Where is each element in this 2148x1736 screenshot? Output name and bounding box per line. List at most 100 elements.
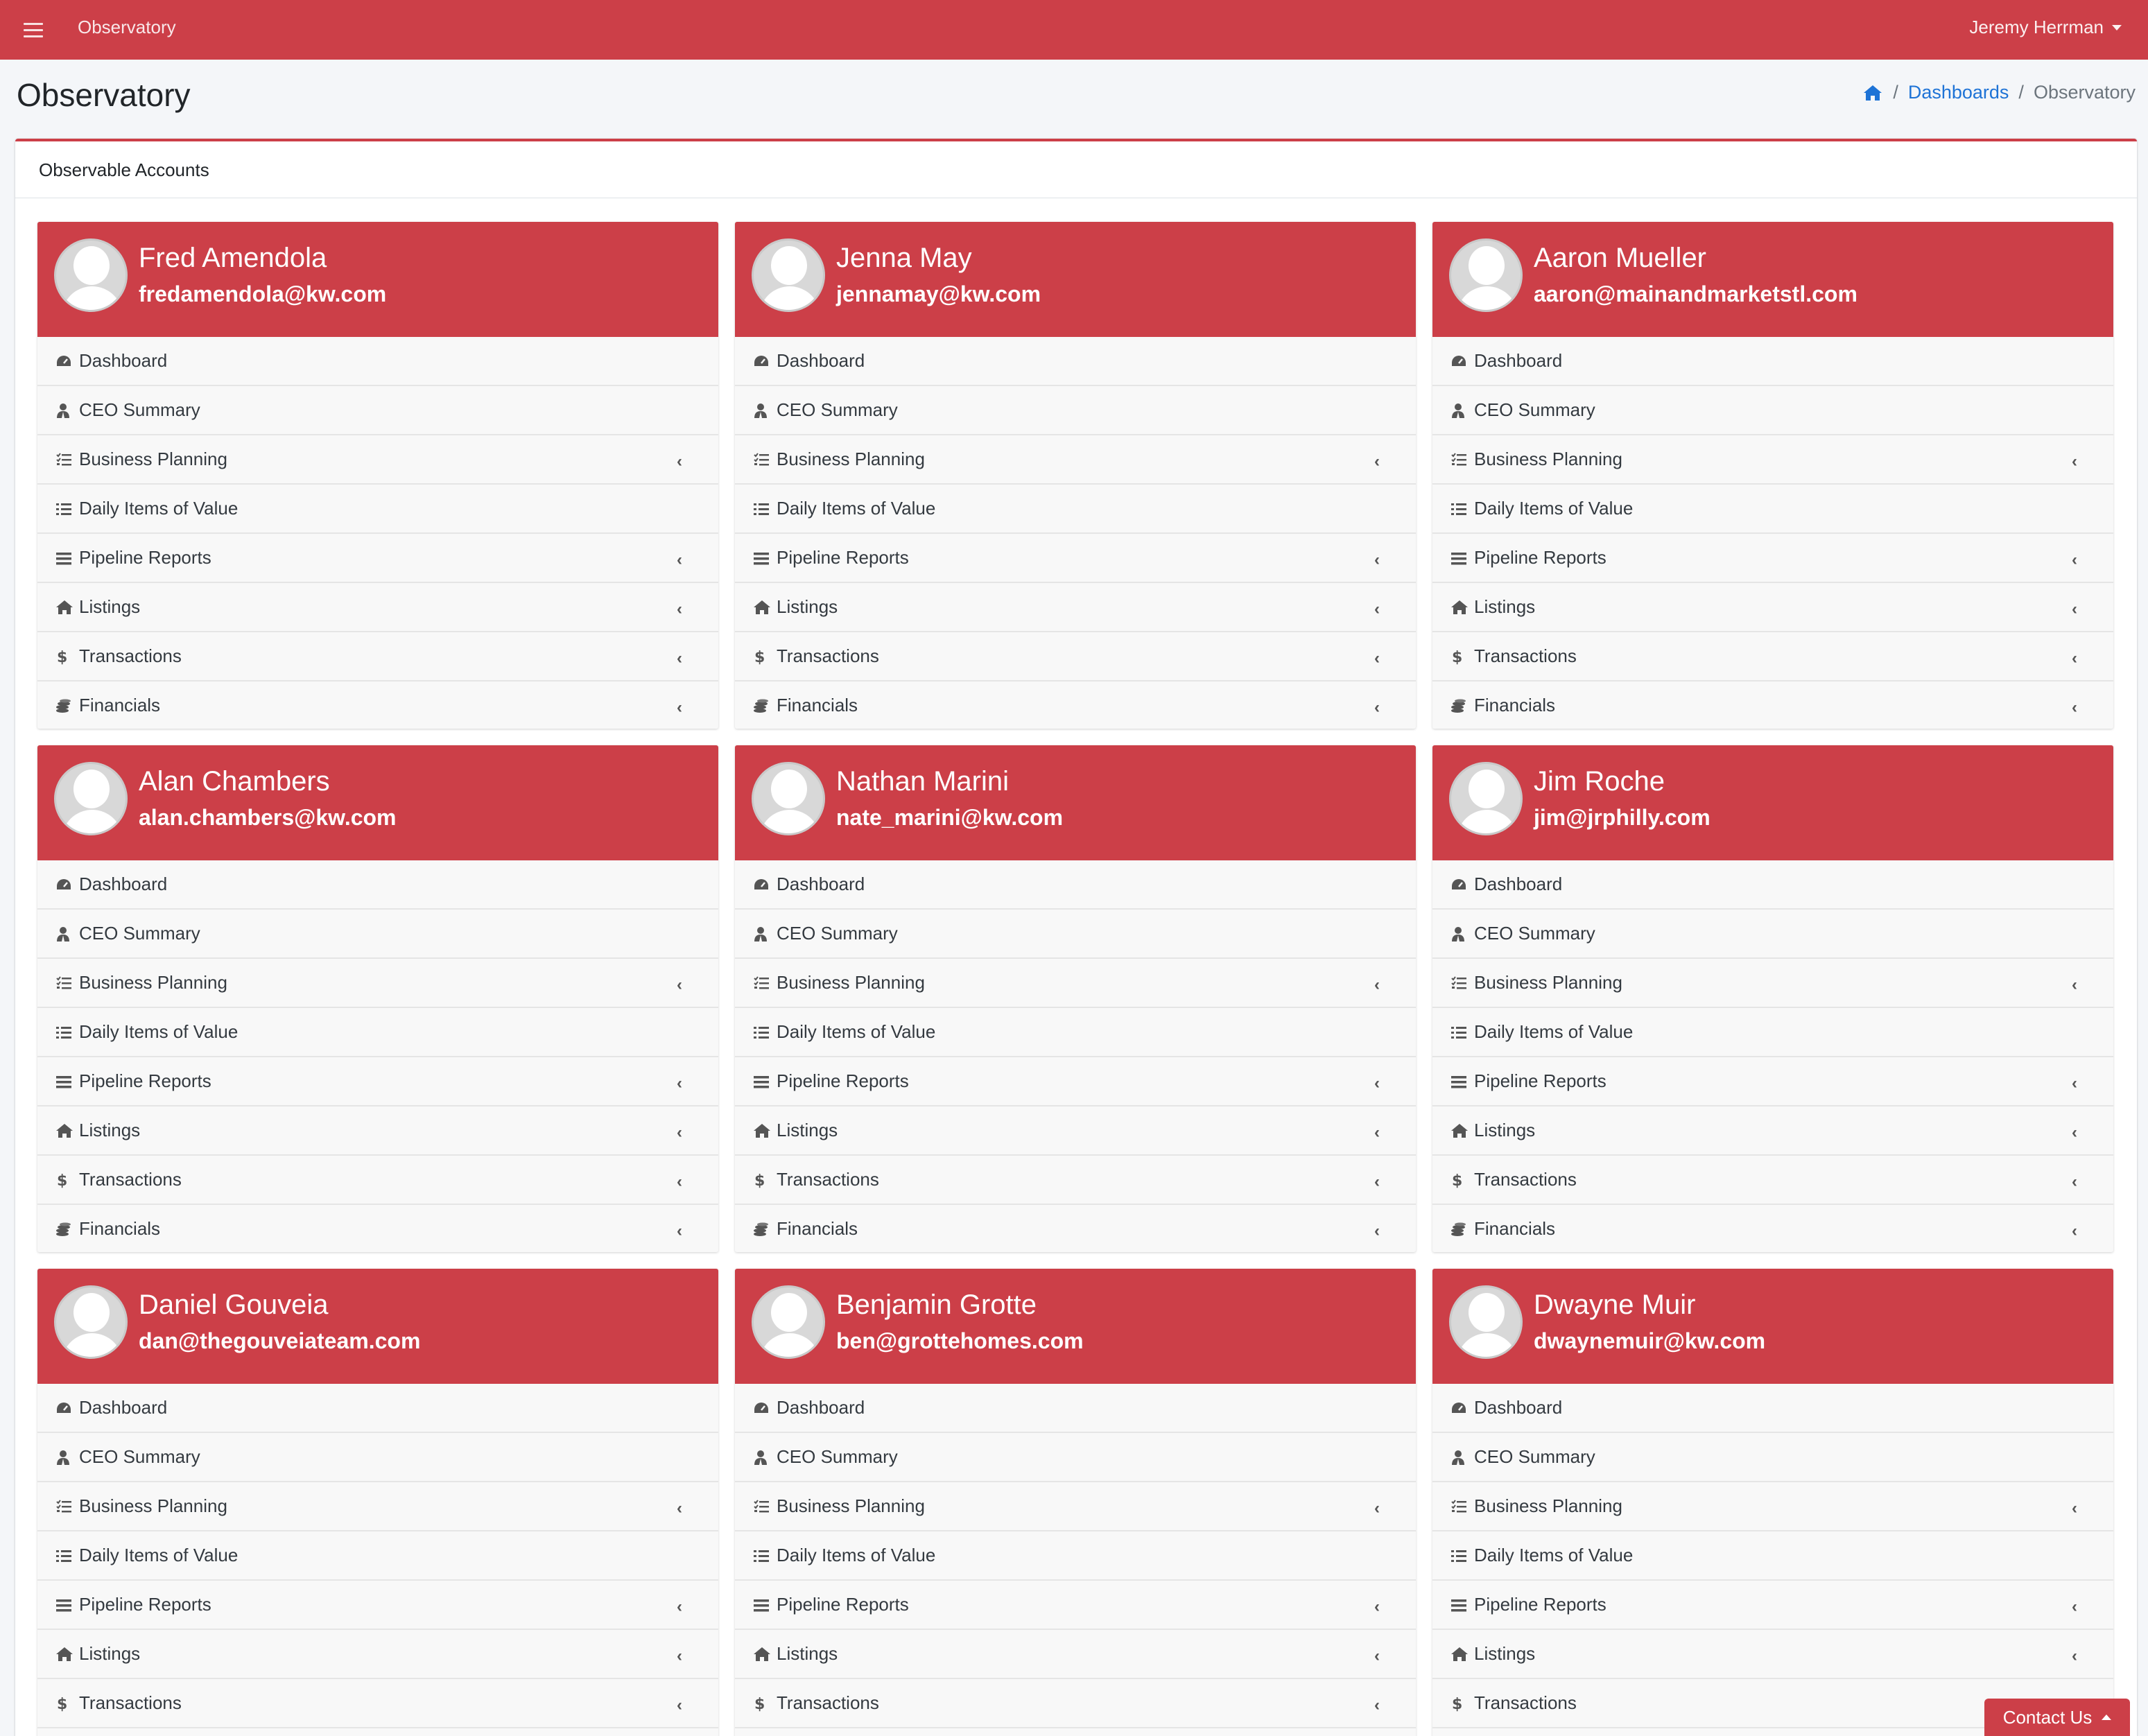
account-header[interactable]: Benjamin Grotte ben@grottehomes.com <box>735 1269 1416 1384</box>
chevron-left-icon[interactable]: ‹ <box>1374 1499 1380 1518</box>
menu-item-ceo-summary[interactable]: CEO Summary <box>37 910 718 959</box>
menu-item-pipeline-reports[interactable]: Pipeline Reports ‹ <box>37 1581 718 1630</box>
account-header[interactable]: Jenna May jennamay@kw.com <box>735 222 1416 337</box>
account-header[interactable]: Aaron Mueller aaron@mainandmarketstl.com <box>1432 222 2113 337</box>
menu-item-dashboard[interactable]: Dashboard <box>37 337 718 386</box>
menu-item-dashboard[interactable]: Dashboard <box>735 860 1416 910</box>
menu-item-daily-items-of-value[interactable]: Daily Items of Value <box>37 1531 718 1581</box>
chevron-left-icon[interactable]: ‹ <box>1374 1222 1380 1241</box>
chevron-left-icon[interactable]: ‹ <box>2072 1597 2077 1617</box>
menu-item-transactions[interactable]: $ Transactions ‹ <box>37 1156 718 1205</box>
chevron-left-icon[interactable]: ‹ <box>1374 649 1380 668</box>
menu-item-dashboard[interactable]: Dashboard <box>735 337 1416 386</box>
account-header[interactable]: Nathan Marini nate_marini@kw.com <box>735 745 1416 860</box>
menu-item-listings[interactable]: Listings ‹ <box>1432 583 2113 632</box>
menu-item-transactions[interactable]: $ Transactions ‹ <box>37 632 718 682</box>
chevron-left-icon[interactable]: ‹ <box>677 1499 682 1518</box>
menu-item-transactions[interactable]: $ Transactions ‹ <box>1432 1156 2113 1205</box>
menu-item-pipeline-reports[interactable]: Pipeline Reports ‹ <box>735 1581 1416 1630</box>
chevron-left-icon[interactable]: ‹ <box>677 1074 682 1093</box>
menu-item-dashboard[interactable]: Dashboard <box>735 1384 1416 1433</box>
menu-item-financials[interactable]: Financials‹ <box>37 1205 718 1252</box>
menu-item-business-planning[interactable]: Business Planning ‹ <box>37 435 718 485</box>
menu-item-daily-items-of-value[interactable]: Daily Items of Value <box>37 485 718 534</box>
menu-item-daily-items-of-value[interactable]: Daily Items of Value <box>735 1008 1416 1057</box>
chevron-left-icon[interactable]: ‹ <box>2072 1172 2077 1192</box>
menu-item-transactions[interactable]: $ Transactions ‹ <box>735 1679 1416 1728</box>
menu-item-daily-items-of-value[interactable]: Daily Items of Value <box>735 1531 1416 1581</box>
chevron-left-icon[interactable]: ‹ <box>2072 452 2077 471</box>
menu-item-daily-items-of-value[interactable]: Daily Items of Value <box>1432 1008 2113 1057</box>
menu-item-ceo-summary[interactable]: CEO Summary <box>37 386 718 435</box>
contact-us-button[interactable]: Contact Us <box>1984 1699 2130 1736</box>
chevron-left-icon[interactable]: ‹ <box>2072 550 2077 570</box>
chevron-left-icon[interactable]: ‹ <box>1374 1696 1380 1715</box>
menu-item-financials[interactable]: Financials‹ <box>1432 1205 2113 1252</box>
menu-item-dashboard[interactable]: Dashboard <box>1432 860 2113 910</box>
menu-item-pipeline-reports[interactable]: Pipeline Reports ‹ <box>37 534 718 583</box>
chevron-left-icon[interactable]: ‹ <box>2072 1222 2077 1241</box>
menu-item-pipeline-reports[interactable]: Pipeline Reports ‹ <box>735 534 1416 583</box>
menu-item-business-planning[interactable]: Business Planning ‹ <box>37 1482 718 1531</box>
menu-item-ceo-summary[interactable]: CEO Summary <box>37 1433 718 1482</box>
chevron-left-icon[interactable]: ‹ <box>1374 1597 1380 1617</box>
menu-item-financials[interactable]: Financials‹ <box>735 1728 1416 1736</box>
home-icon[interactable] <box>1862 84 1883 102</box>
menu-item-pipeline-reports[interactable]: Pipeline Reports ‹ <box>735 1057 1416 1106</box>
menu-item-pipeline-reports[interactable]: Pipeline Reports ‹ <box>1432 534 2113 583</box>
chevron-left-icon[interactable]: ‹ <box>677 1172 682 1192</box>
menu-item-business-planning[interactable]: Business Planning ‹ <box>37 959 718 1008</box>
chevron-left-icon[interactable]: ‹ <box>677 1696 682 1715</box>
menu-item-listings[interactable]: Listings ‹ <box>735 583 1416 632</box>
menu-item-business-planning[interactable]: Business Planning ‹ <box>1432 1482 2113 1531</box>
chevron-left-icon[interactable]: ‹ <box>677 975 682 995</box>
menu-item-ceo-summary[interactable]: CEO Summary <box>1432 910 2113 959</box>
chevron-left-icon[interactable]: ‹ <box>2072 1074 2077 1093</box>
menu-item-listings[interactable]: Listings ‹ <box>37 1106 718 1156</box>
hamburger-menu-icon[interactable] <box>24 19 43 41</box>
chevron-left-icon[interactable]: ‹ <box>1374 975 1380 995</box>
navbar-title[interactable]: Observatory <box>78 17 176 38</box>
menu-item-financials[interactable]: Financials‹ <box>37 1728 718 1736</box>
menu-item-ceo-summary[interactable]: CEO Summary <box>735 386 1416 435</box>
chevron-left-icon[interactable]: ‹ <box>1374 550 1380 570</box>
chevron-left-icon[interactable]: ‹ <box>2072 698 2077 718</box>
chevron-left-icon[interactable]: ‹ <box>1374 1074 1380 1093</box>
menu-item-listings[interactable]: Listings ‹ <box>37 583 718 632</box>
menu-item-dashboard[interactable]: Dashboard <box>1432 337 2113 386</box>
menu-item-financials[interactable]: Financials‹ <box>735 1205 1416 1252</box>
menu-item-business-planning[interactable]: Business Planning ‹ <box>1432 959 2113 1008</box>
chevron-left-icon[interactable]: ‹ <box>1374 1172 1380 1192</box>
chevron-left-icon[interactable]: ‹ <box>2072 975 2077 995</box>
menu-item-transactions[interactable]: $ Transactions ‹ <box>735 1156 1416 1205</box>
menu-item-business-planning[interactable]: Business Planning ‹ <box>735 435 1416 485</box>
menu-item-daily-items-of-value[interactable]: Daily Items of Value <box>1432 1531 2113 1581</box>
menu-item-financials[interactable]: Financials‹ <box>37 682 718 729</box>
menu-item-listings[interactable]: Listings ‹ <box>735 1106 1416 1156</box>
menu-item-transactions[interactable]: $ Transactions ‹ <box>735 632 1416 682</box>
chevron-left-icon[interactable]: ‹ <box>677 649 682 668</box>
menu-item-ceo-summary[interactable]: CEO Summary <box>735 1433 1416 1482</box>
chevron-left-icon[interactable]: ‹ <box>2072 1647 2077 1666</box>
menu-item-daily-items-of-value[interactable]: Daily Items of Value <box>735 485 1416 534</box>
chevron-left-icon[interactable]: ‹ <box>677 1123 682 1143</box>
menu-item-ceo-summary[interactable]: CEO Summary <box>735 910 1416 959</box>
menu-item-listings[interactable]: Listings ‹ <box>1432 1106 2113 1156</box>
account-header[interactable]: Daniel Gouveia dan@thegouveiateam.com <box>37 1269 718 1384</box>
menu-item-financials[interactable]: Financials‹ <box>1432 682 2113 729</box>
account-header[interactable]: Dwayne Muir dwaynemuir@kw.com <box>1432 1269 2113 1384</box>
menu-item-daily-items-of-value[interactable]: Daily Items of Value <box>37 1008 718 1057</box>
menu-item-listings[interactable]: Listings ‹ <box>37 1630 718 1679</box>
menu-item-pipeline-reports[interactable]: Pipeline Reports ‹ <box>1432 1057 2113 1106</box>
user-menu[interactable]: Jeremy Herrman <box>1969 17 2122 38</box>
chevron-left-icon[interactable]: ‹ <box>677 1222 682 1241</box>
chevron-left-icon[interactable]: ‹ <box>677 698 682 718</box>
chevron-left-icon[interactable]: ‹ <box>1374 698 1380 718</box>
menu-item-business-planning[interactable]: Business Planning ‹ <box>735 1482 1416 1531</box>
chevron-left-icon[interactable]: ‹ <box>2072 600 2077 619</box>
chevron-left-icon[interactable]: ‹ <box>2072 1123 2077 1143</box>
chevron-left-icon[interactable]: ‹ <box>677 600 682 619</box>
menu-item-listings[interactable]: Listings ‹ <box>735 1630 1416 1679</box>
account-header[interactable]: Alan Chambers alan.chambers@kw.com <box>37 745 718 860</box>
menu-item-transactions[interactable]: $ Transactions ‹ <box>1432 632 2113 682</box>
